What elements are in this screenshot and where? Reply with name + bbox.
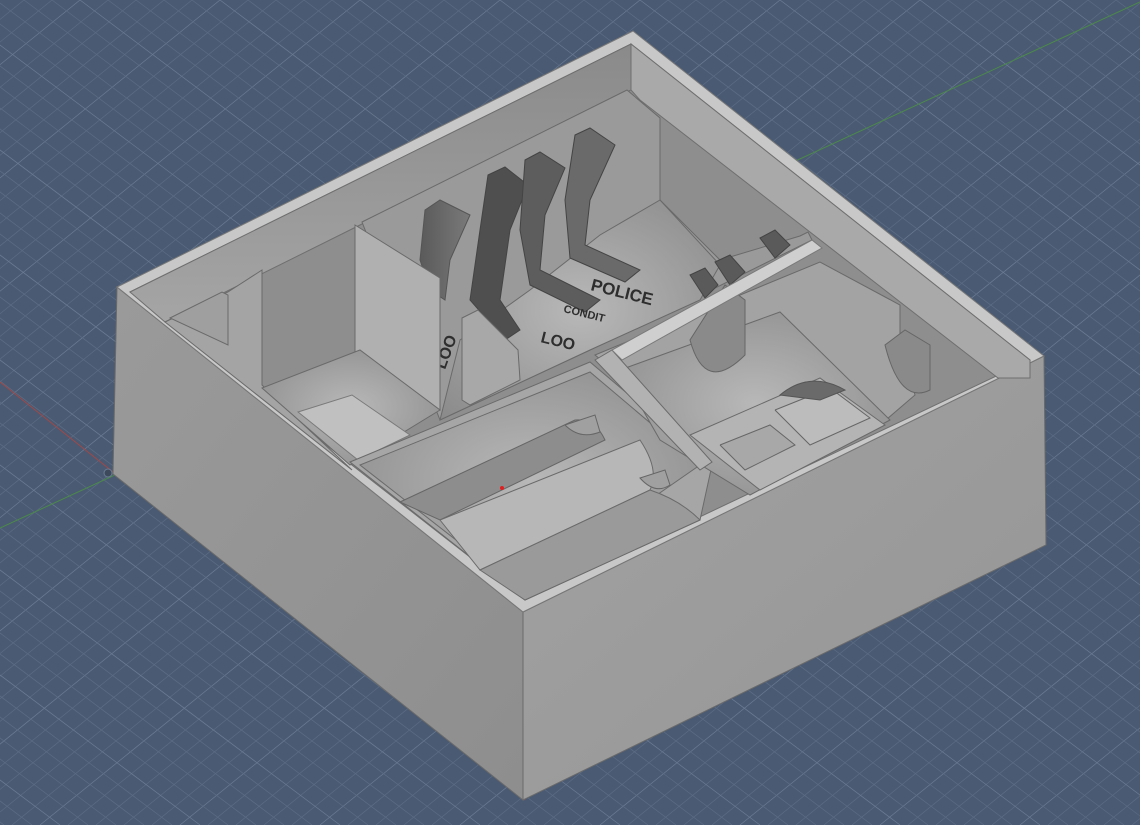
grid-line [0, 0, 25, 20]
grid-line [1047, 750, 1140, 825]
grid-line [0, 737, 117, 825]
origin-point-marker [500, 486, 504, 490]
grid-line [1131, 818, 1140, 825]
grid-line [1087, 0, 1140, 40]
grid-line [1059, 0, 1140, 61]
grid-line [1103, 795, 1140, 825]
axis-origin-marker[interactable] [103, 468, 113, 478]
grid-line [1115, 0, 1140, 19]
grid-line [0, 0, 53, 43]
grid-line [0, 821, 5, 825]
model-canvas[interactable]: POLICE CONDIT LOO LOO [0, 0, 1140, 825]
grid-line [0, 779, 61, 825]
grid-line [1075, 772, 1140, 825]
grid-line [0, 758, 89, 825]
3d-viewport[interactable]: POLICE CONDIT LOO LOO [0, 0, 1140, 825]
grid-line [0, 0, 109, 88]
storage-tray-model[interactable]: POLICE CONDIT LOO LOO [112, 30, 1047, 802]
grid-line [0, 800, 33, 825]
grid-line [1031, 0, 1140, 82]
grid-line [0, 0, 81, 66]
